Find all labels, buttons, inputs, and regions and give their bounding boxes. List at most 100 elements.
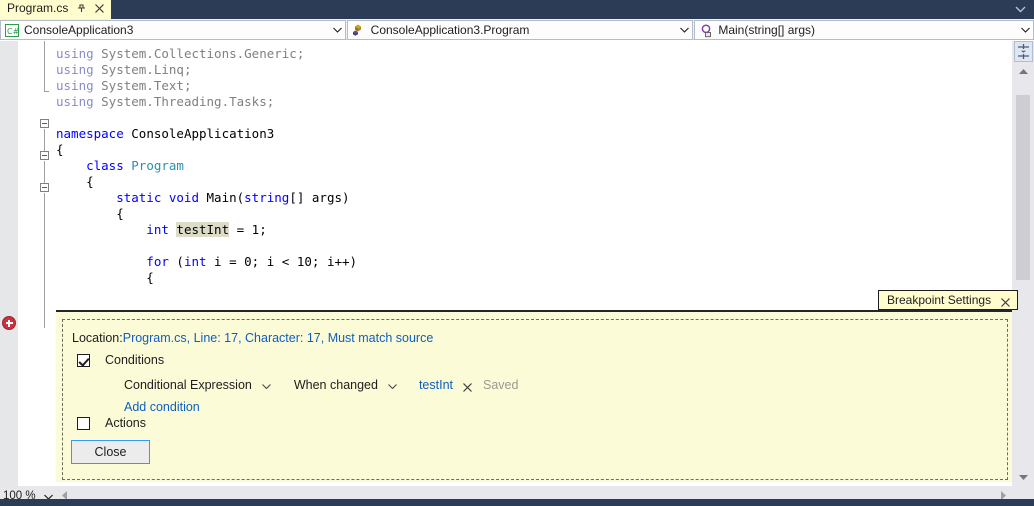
code-token: static void xyxy=(56,190,207,205)
code-line[interactable]: int testInt = 1; xyxy=(56,222,267,238)
triangle-down-icon[interactable] xyxy=(1012,469,1034,486)
code-token: [] args) xyxy=(289,190,350,205)
code-token: class xyxy=(56,158,132,173)
chevron-down-icon[interactable] xyxy=(330,27,345,33)
triangle-up-icon[interactable] xyxy=(1012,63,1034,80)
code-line[interactable]: { xyxy=(56,206,124,222)
document-tab-bar: Program.cs xyxy=(0,0,1034,19)
code-token: Program xyxy=(131,158,184,173)
code-token: namespace xyxy=(56,126,132,141)
code-token: ( xyxy=(176,254,184,269)
code-token: int xyxy=(56,222,177,237)
close-icon[interactable] xyxy=(94,3,105,14)
chevron-down-icon[interactable] xyxy=(677,27,692,33)
pin-icon[interactable] xyxy=(76,3,87,14)
code-line[interactable]: class Program xyxy=(56,158,184,174)
fold-guideline xyxy=(44,41,45,91)
breakpoint-settings-content: Location: Program.cs, Line: 17, Characte… xyxy=(62,319,1008,480)
condition-type-dropdown[interactable]: Conditional Expression xyxy=(124,378,271,392)
close-icon[interactable] xyxy=(1000,295,1011,307)
type-dropdown-value: ConsoleApplication3.Program xyxy=(370,23,530,37)
fold-guideline xyxy=(44,193,45,328)
conditions-checkbox[interactable] xyxy=(77,353,90,367)
code-token: System.Collections.Generic; xyxy=(101,46,305,61)
location-label: Location: xyxy=(72,331,123,345)
conditional-breakpoint-icon[interactable] xyxy=(2,316,16,330)
condition-mode-dropdown[interactable]: When changed xyxy=(294,378,397,392)
remove-condition-close-icon[interactable] xyxy=(462,380,473,392)
conditions-label: Conditions xyxy=(105,353,165,367)
code-token: int xyxy=(183,254,207,269)
code-token: using xyxy=(56,94,102,109)
condition-status-badge: Saved xyxy=(483,378,519,392)
member-dropdown-value: Main(string[] args) xyxy=(718,23,816,37)
code-line[interactable]: namespace ConsoleApplication3 xyxy=(56,126,274,142)
code-line[interactable]: using System.Collections.Generic; xyxy=(56,46,304,62)
code-token: { xyxy=(56,142,64,157)
actions-checkbox[interactable] xyxy=(77,416,90,430)
code-token: using xyxy=(56,62,102,77)
fold-elbow xyxy=(44,91,49,92)
project-dropdown[interactable]: C# ConsoleApplication3 xyxy=(0,20,346,40)
code-line[interactable]: using System.Linq; xyxy=(56,62,191,78)
code-line[interactable]: { xyxy=(56,174,94,190)
breakpoint-settings-title: Breakpoint Settings xyxy=(887,293,992,307)
code-line[interactable]: using System.Text; xyxy=(56,78,191,94)
window-bottom-edge xyxy=(0,499,1034,506)
visual-studio-window: Program.cs C# ConsoleApplication3 Consol… xyxy=(0,0,1034,506)
code-token: for xyxy=(56,254,177,269)
actions-row: Actions xyxy=(77,416,146,430)
code-token: using xyxy=(56,78,102,93)
condition-mode-value: When changed xyxy=(293,378,378,392)
project-dropdown-value: ConsoleApplication3 xyxy=(24,23,134,37)
add-condition-link[interactable]: Add condition xyxy=(124,400,200,414)
document-tab-program-cs[interactable]: Program.cs xyxy=(0,0,112,19)
outlining-margin[interactable] xyxy=(36,41,56,486)
breakpoint-settings-tab-header[interactable]: Breakpoint Settings xyxy=(878,290,1019,310)
chevron-down-icon[interactable] xyxy=(388,378,397,392)
editor-bottom-bar: 100 % xyxy=(0,486,1034,506)
method-private-icon xyxy=(698,22,714,38)
code-token: string xyxy=(244,190,290,205)
code-token: ConsoleApplication3 xyxy=(131,126,275,141)
breakpoint-location-row: Location: Program.cs, Line: 17, Characte… xyxy=(72,331,433,345)
code-token: testInt xyxy=(176,222,230,237)
code-line[interactable]: { xyxy=(56,270,154,286)
code-line[interactable]: static void Main(string[] args) xyxy=(56,190,350,206)
breakpoint-settings-panel: Location: Program.cs, Line: 17, Characte… xyxy=(56,310,1012,482)
indicator-margin[interactable] xyxy=(0,41,18,486)
code-token: System.Linq; xyxy=(101,62,192,77)
close-button[interactable]: Close xyxy=(71,440,150,464)
code-token: { xyxy=(56,206,124,221)
code-line[interactable]: { xyxy=(56,142,64,158)
class-icon xyxy=(351,22,367,38)
code-token: System.Threading.Tasks; xyxy=(101,94,275,109)
type-dropdown[interactable]: ConsoleApplication3.Program xyxy=(346,20,694,40)
split-view-icon[interactable] xyxy=(1014,41,1033,62)
actions-label: Actions xyxy=(105,416,146,430)
chevron-down-icon[interactable] xyxy=(1018,27,1033,33)
fold-toggle-namespace[interactable] xyxy=(40,119,49,128)
location-link[interactable]: Program.cs, Line: 17, Character: 17, Mus… xyxy=(123,331,434,345)
code-token: System.Text; xyxy=(101,78,192,93)
navigation-bar: C# ConsoleApplication3 ConsoleApplicatio xyxy=(0,19,1034,40)
code-line[interactable]: using System.Threading.Tasks; xyxy=(56,94,274,110)
csharp-project-icon: C# xyxy=(4,22,20,38)
condition-definition-row: Conditional Expression When changed test… xyxy=(124,378,518,392)
fold-toggle-method[interactable] xyxy=(40,183,49,192)
selection-margin[interactable] xyxy=(18,41,36,486)
tab-overflow-chevron-down-icon[interactable] xyxy=(1010,0,1030,19)
member-dropdown[interactable]: Main(string[] args) xyxy=(694,20,1034,40)
code-token: = 1; xyxy=(229,222,267,237)
fold-toggle-class[interactable] xyxy=(40,151,49,160)
code-token: { xyxy=(56,174,94,189)
vertical-scrollbar-thumb[interactable] xyxy=(1016,95,1030,280)
condition-expression-field[interactable]: testInt xyxy=(419,378,453,392)
conditions-row: Conditions xyxy=(77,353,164,367)
code-line[interactable]: for (int i = 0; i < 10; i++) xyxy=(56,254,357,270)
svg-text:C#: C# xyxy=(7,27,20,36)
condition-type-value: Conditional Expression xyxy=(124,378,252,392)
chevron-down-icon[interactable] xyxy=(261,378,271,392)
vertical-scrollbar[interactable] xyxy=(1012,41,1034,486)
code-token: { xyxy=(56,270,154,285)
